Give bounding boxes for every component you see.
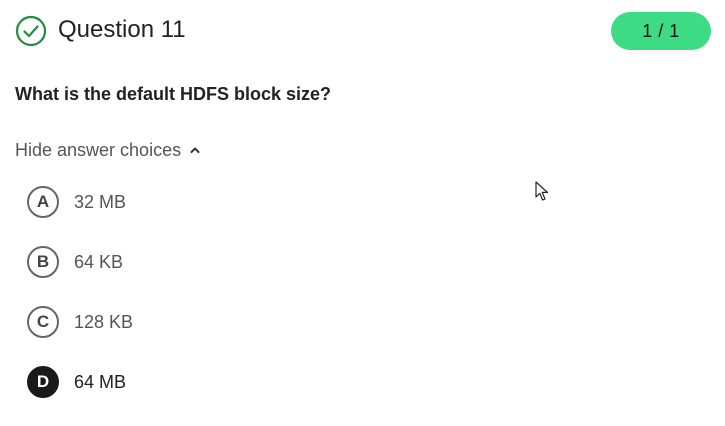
- choice-letter-badge: B: [27, 246, 59, 278]
- hide-answer-choices-toggle[interactable]: Hide answer choices: [15, 138, 200, 162]
- choice-letter-badge: A: [27, 186, 59, 218]
- answer-choice-c[interactable]: C 128 KB: [27, 306, 133, 338]
- choice-letter-badge: D: [27, 366, 59, 398]
- choice-text: 64 KB: [74, 251, 124, 272]
- answer-choice-b[interactable]: B 64 KB: [27, 246, 133, 278]
- choice-text: 128 KB: [74, 311, 134, 332]
- choice-letter-badge: C: [27, 306, 59, 338]
- check-circle-icon: [15, 15, 47, 47]
- toggle-label: Hide answer choices: [15, 139, 182, 160]
- mouse-pointer-icon: [535, 181, 549, 201]
- chevron-up-icon: [190, 147, 200, 153]
- answer-choice-a[interactable]: A 32 MB: [27, 186, 133, 218]
- answer-choice-d[interactable]: D 64 MB: [27, 366, 133, 398]
- question-title: Question 11: [58, 16, 186, 43]
- answer-choices-list: A 32 MB B 64 KB C 128 KB D 64 MB: [27, 186, 133, 426]
- choice-text: 32 MB: [74, 191, 127, 212]
- question-header: Question 11 1 / 1: [15, 12, 711, 50]
- question-prompt: What is the default HDFS block size?: [15, 84, 332, 104]
- choice-text: 64 MB: [74, 371, 127, 392]
- score-badge: 1 / 1: [611, 12, 711, 50]
